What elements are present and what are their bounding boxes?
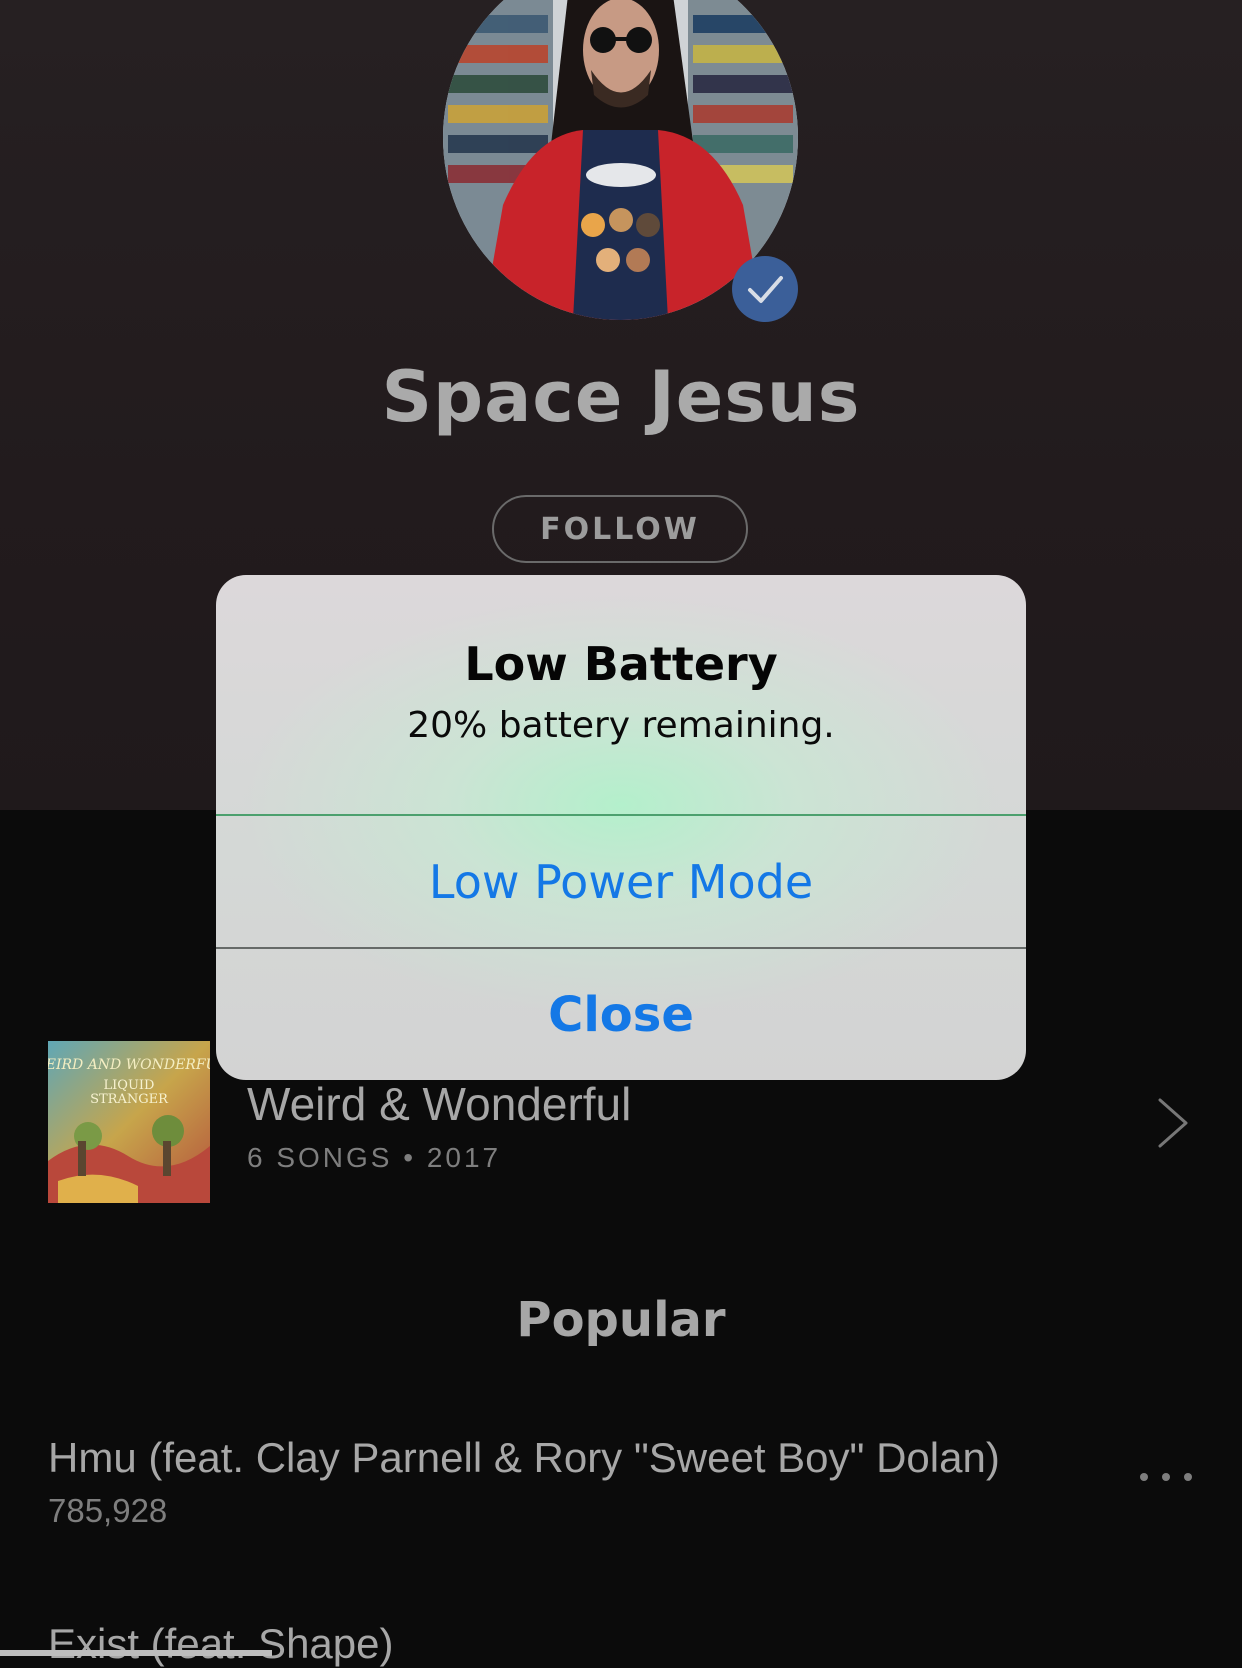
artist-name: Space Jesus — [381, 356, 861, 438]
alert-message: 20% battery remaining. — [407, 705, 835, 746]
svg-text:STRANGER: STRANGER — [90, 1092, 169, 1107]
popular-heading: Popular — [516, 1292, 726, 1348]
track-row[interactable]: Hmu (feat. Clay Parnell & Rory "Sweet Bo… — [48, 1434, 1198, 1534]
album-cover-image: WEIRD AND WONDERFUL LIQUID STRANGER — [48, 1041, 210, 1203]
track-play-count: 785,928 — [48, 1492, 168, 1529]
now-playing-progress — [0, 1650, 272, 1656]
chevron-right-icon — [1158, 1098, 1188, 1148]
more-options-icon[interactable] — [1138, 1470, 1194, 1484]
alert-title: Low Battery — [464, 637, 778, 691]
verified-check-icon — [732, 256, 798, 322]
follow-button[interactable]: FOLLOW — [492, 495, 748, 563]
svg-text:WEIRD AND WONDERFUL: WEIRD AND WONDERFUL — [48, 1057, 210, 1073]
close-button[interactable]: Close — [216, 949, 1026, 1080]
track-title: Hmu (feat. Clay Parnell & Rory "Sweet Bo… — [48, 1434, 1000, 1481]
svg-text:LIQUID: LIQUID — [104, 1078, 155, 1093]
release-meta: 6 SONGS • 2017 — [247, 1142, 502, 1173]
release-title: Weird & Wonderful — [247, 1078, 632, 1130]
low-battery-alert: Low Battery 20% battery remaining. Low P… — [216, 575, 1026, 1080]
track-title: Exist (feat. Shape) — [48, 1620, 394, 1667]
low-power-mode-button[interactable]: Low Power Mode — [216, 816, 1026, 947]
